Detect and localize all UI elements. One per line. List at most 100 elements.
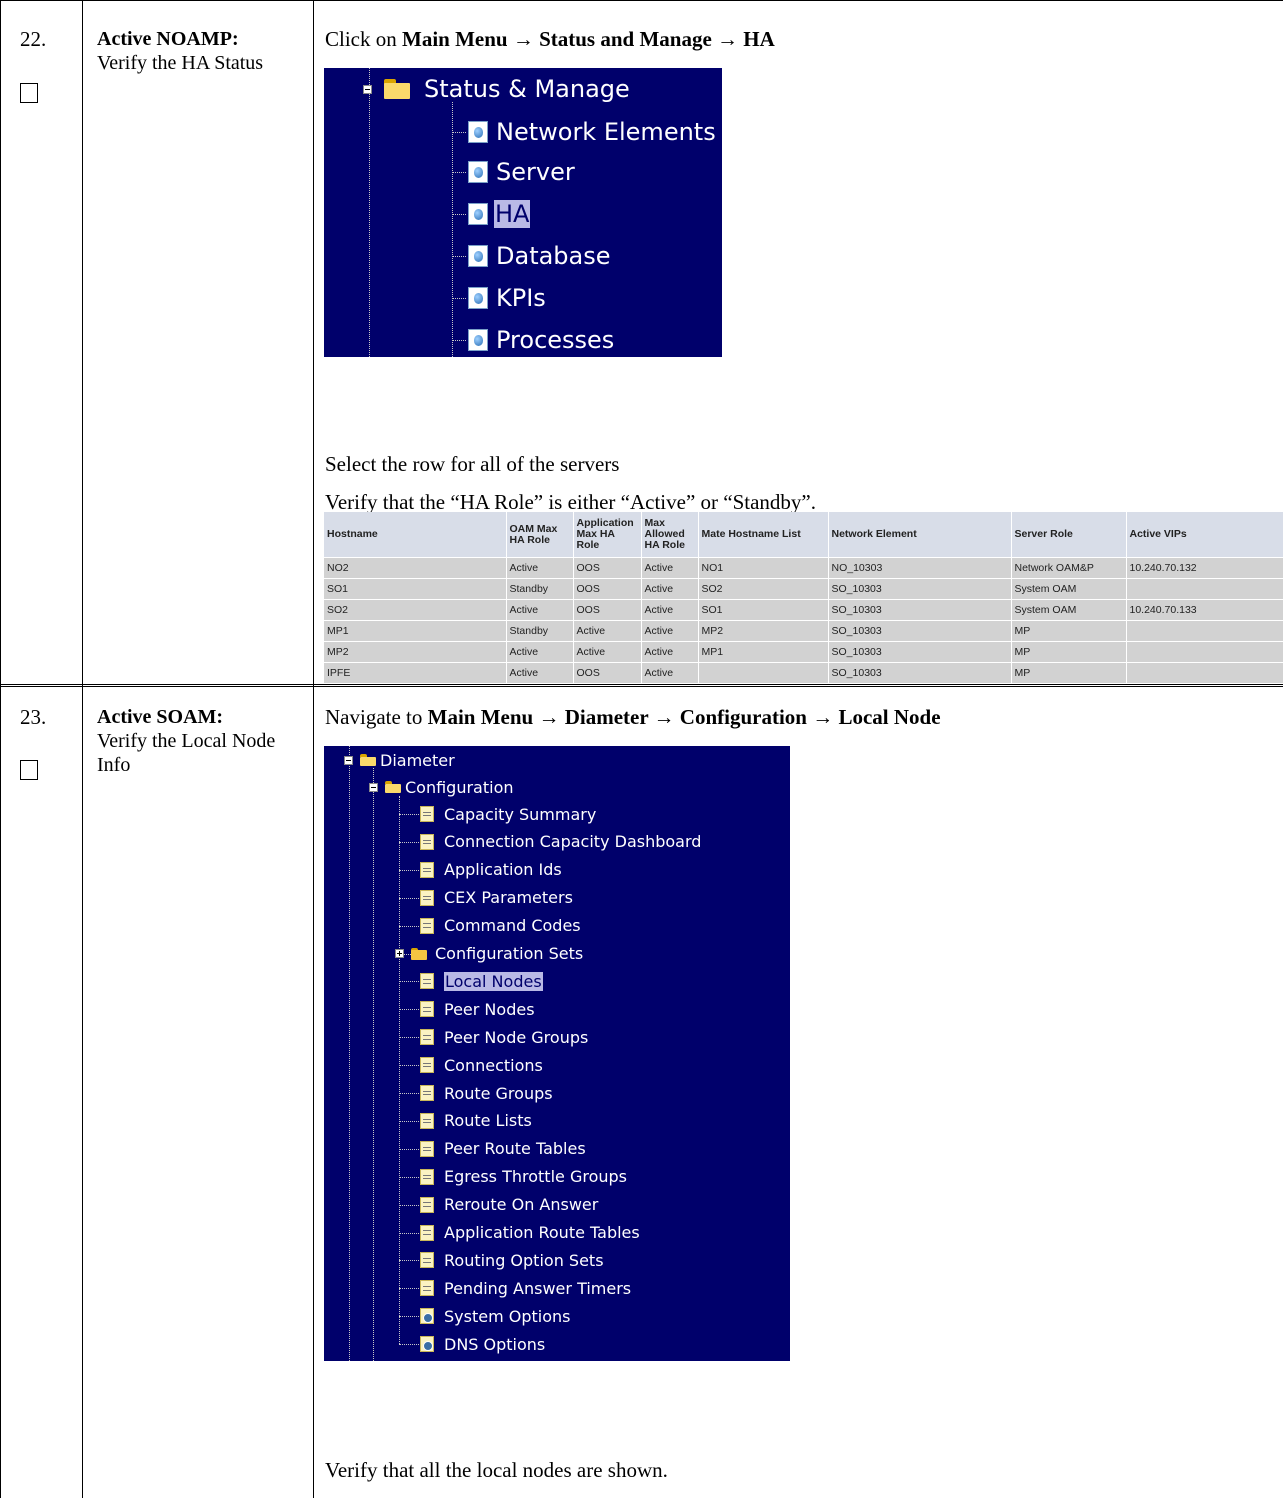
table-cell: SO_10303: [828, 599, 1012, 621]
menu-label: Peer Route Tables: [444, 1139, 586, 1159]
table-cell: [1126, 662, 1283, 683]
page-icon: [420, 861, 434, 878]
menu-label: Application Route Tables: [444, 1223, 640, 1242]
menu-item-diameter[interactable]: Diameter: [344, 748, 455, 772]
menu-label: CEX Parameters: [444, 888, 573, 908]
table-cell: Active: [641, 662, 699, 683]
menu-item-system-options[interactable]: System Options: [420, 1305, 570, 1327]
step-checkbox[interactable]: [20, 83, 38, 103]
step-role: Active SOAM:: [97, 706, 224, 728]
column-header[interactable]: Max Allowed HA Role: [641, 512, 699, 558]
column-header[interactable]: Mate Hostname List: [698, 512, 829, 558]
step-number: 22.: [20, 27, 47, 51]
menu-item-pending-answer-timers[interactable]: Pending Answer Timers: [420, 1277, 631, 1299]
menu-item-route-groups[interactable]: Route Groups: [420, 1082, 553, 1104]
menu-item-egress-throttle-groups[interactable]: Egress Throttle Groups: [420, 1166, 627, 1188]
table-cell: SO_10303: [828, 620, 1012, 642]
menu-item-processes[interactable]: Processes: [468, 324, 614, 356]
menu-label: Routing Option Sets: [444, 1250, 604, 1270]
table-cell: Active: [641, 599, 699, 621]
collapse-toggle-icon[interactable]: [363, 84, 372, 94]
table-cell: SO1: [698, 599, 829, 621]
page-icon: [420, 917, 434, 934]
page-icon: [420, 889, 434, 906]
table-cell: Standby: [506, 620, 574, 642]
table-cell: SO2: [324, 599, 507, 621]
column-header[interactable]: Application Max HA Role: [573, 512, 642, 558]
column-header[interactable]: Active VIPs: [1126, 512, 1283, 558]
menu-item-status-manage[interactable]: Status & Manage: [363, 74, 630, 104]
table-cell: [1126, 641, 1283, 663]
table-cell: SO1: [324, 578, 507, 600]
expand-toggle-icon[interactable]: [395, 949, 404, 958]
globe-page-icon: [468, 329, 488, 351]
menu-item-configuration[interactable]: Configuration: [369, 775, 514, 799]
column-divider-1: [82, 0, 83, 1498]
menu-item-database[interactable]: Database: [468, 240, 611, 272]
table-cell: NO1: [698, 557, 829, 579]
table-header-row: Hostname OAM Max HA Role Application Max…: [324, 512, 1283, 558]
ha-status-table: Hostname OAM Max HA Role Application Max…: [324, 512, 1283, 683]
menu-item-ha[interactable]: HA: [468, 198, 531, 230]
menu-item-peer-node-groups[interactable]: Peer Node Groups: [420, 1026, 588, 1048]
table-cell: NO2: [324, 557, 507, 579]
menu-item-reroute-on-answer[interactable]: Reroute On Answer: [420, 1194, 598, 1216]
table-cell: IPFE: [324, 662, 507, 683]
table-cell: MP2: [324, 641, 507, 663]
table-row[interactable]: MP2 Active Active Active MP1 SO_10303 MP: [324, 641, 1283, 663]
table-cell: MP: [1011, 641, 1127, 663]
menu-item-routing-option-sets[interactable]: Routing Option Sets: [420, 1249, 604, 1271]
menu-item-network-elements[interactable]: Network Elements: [468, 116, 716, 148]
menu-item-kpis[interactable]: KPIs: [468, 282, 546, 314]
table-cell: Network OAM&P: [1011, 557, 1127, 579]
menu-item-dns-options[interactable]: DNS Options: [420, 1333, 545, 1355]
folder-icon: [411, 947, 427, 960]
menu-label: Network Elements: [496, 118, 716, 146]
menu-label: Configuration: [405, 777, 514, 797]
menu-item-peer-nodes[interactable]: Peer Nodes: [420, 998, 535, 1020]
step-checkbox[interactable]: [20, 760, 38, 780]
menu-label-selected: HA: [494, 200, 531, 228]
column-header[interactable]: Network Element: [828, 512, 1012, 558]
page-icon: [420, 833, 434, 850]
menu-item-application-route-tables[interactable]: Application Route Tables: [420, 1222, 640, 1244]
step-instruction: Click on Main Menu → Status and Manage →…: [325, 27, 775, 51]
collapse-toggle-icon[interactable]: [344, 755, 353, 765]
table-row[interactable]: NO2 Active OOS Active NO1 NO_10303 Netwo…: [324, 557, 1283, 579]
collapse-toggle-icon[interactable]: [369, 782, 378, 792]
table-border-left: [0, 0, 1, 1498]
table-row[interactable]: SO2 Active OOS Active SO1 SO_10303 Syste…: [324, 599, 1283, 621]
column-header[interactable]: Hostname: [324, 512, 507, 558]
row-divider-2: [0, 686, 1283, 687]
instruction-verify-local-nodes: Verify that all the local nodes are show…: [325, 1458, 668, 1482]
menu-item-connection-capacity-dashboard[interactable]: Connection Capacity Dashboard: [420, 831, 701, 853]
menu-item-command-codes[interactable]: Command Codes: [420, 915, 581, 937]
menu-label: Server: [496, 158, 575, 186]
menu-item-capacity-summary[interactable]: Capacity Summary: [420, 803, 596, 825]
menu-item-route-lists[interactable]: Route Lists: [420, 1110, 532, 1132]
menu-item-peer-route-tables[interactable]: Peer Route Tables: [420, 1138, 586, 1160]
instruction-select-rows: Select the row for all of the servers: [325, 452, 620, 476]
page-icon: [420, 1029, 434, 1046]
table-cell: MP1: [324, 620, 507, 642]
step-description: Verify the Local Node Info: [97, 730, 276, 776]
table-row[interactable]: SO1 Standby OOS Active SO2 SO_10303 Syst…: [324, 578, 1283, 600]
menu-item-local-nodes[interactable]: Local Nodes: [420, 970, 543, 992]
menu-item-application-ids[interactable]: Application Ids: [420, 859, 562, 881]
menu-label: DNS Options: [444, 1334, 546, 1354]
globe-page-icon: [468, 245, 488, 267]
menu-item-server[interactable]: Server: [468, 156, 575, 188]
table-cell: SO_10303: [828, 578, 1012, 600]
table-row[interactable]: IPFE Active OOS Active SO_10303 MP: [324, 662, 1283, 683]
menu-label: Capacity Summary: [444, 804, 597, 824]
menu-item-cex-parameters[interactable]: CEX Parameters: [420, 887, 573, 909]
menu-item-configuration-sets[interactable]: Configuration Sets: [395, 943, 583, 965]
table-cell: Active: [506, 599, 574, 621]
column-header[interactable]: Server Role: [1011, 512, 1127, 558]
menu-item-connections[interactable]: Connections: [420, 1054, 543, 1076]
table-row[interactable]: MP1 Standby Active Active MP2 SO_10303 M…: [324, 620, 1283, 642]
page-icon: [420, 973, 434, 990]
table-cell: NO_10303: [828, 557, 1012, 579]
options-page-icon: [420, 1308, 434, 1325]
column-header[interactable]: OAM Max HA Role: [506, 512, 574, 558]
